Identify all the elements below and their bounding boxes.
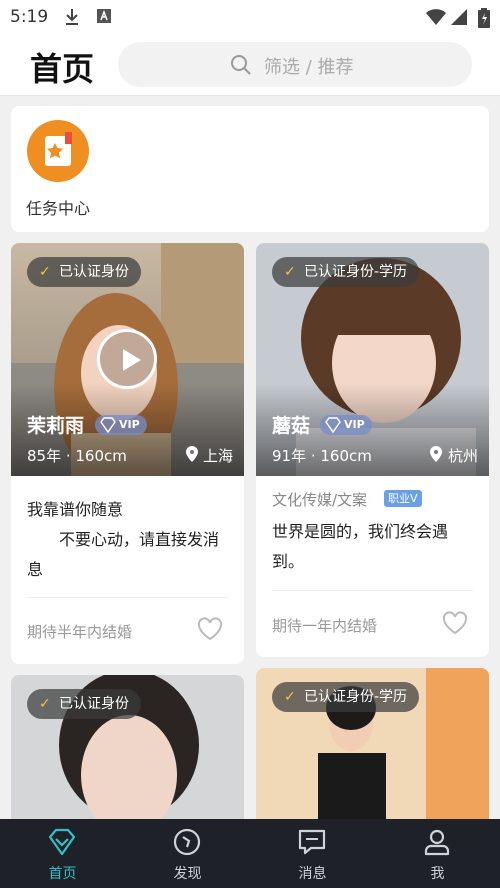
search-input[interactable]: 筛选 / 推荐	[118, 42, 472, 87]
profile-age-height: 85年 · 160cm	[27, 447, 127, 465]
app-notification-icon	[97, 9, 111, 23]
verified-badge: ✓ 已认证身份	[27, 257, 141, 287]
profile-city: 上海	[203, 447, 234, 465]
verified-badge: ✓ 已认证身份-学历	[272, 682, 420, 712]
divider	[272, 590, 473, 591]
location-pin-icon	[186, 446, 198, 462]
location-pin-icon	[430, 446, 442, 462]
task-center-button[interactable]	[27, 120, 89, 182]
task-center-card: 任务中心	[11, 106, 489, 232]
tab-messages-label: 消息	[298, 866, 327, 882]
marriage-expectation: 期待一年内结婚	[272, 617, 378, 635]
profile-occupation: 文化传媒/文案	[272, 491, 368, 509]
profile-card[interactable]: ✓ 已认证身份	[11, 675, 244, 835]
header: 首页 筛选 / 推荐	[0, 34, 500, 96]
profile-city: 杭州	[448, 447, 479, 465]
status-time: 5:19	[10, 7, 49, 27]
check-icon: ✓	[284, 264, 296, 280]
tab-home-label: 首页	[48, 866, 77, 882]
tab-messages[interactable]: 消息	[250, 819, 375, 888]
battery-icon	[478, 8, 490, 28]
play-video-button[interactable]	[97, 329, 157, 389]
like-heart-icon[interactable]	[442, 611, 468, 635]
profile-name: 茉莉雨	[27, 415, 85, 437]
vip-diamond-icon	[325, 417, 341, 433]
job-verified-badge: 职业V	[384, 490, 422, 507]
play-icon	[123, 349, 141, 371]
divider	[27, 597, 228, 598]
verified-badge: ✓ 已认证身份	[27, 689, 141, 719]
status-bar: 5:19	[0, 0, 500, 34]
tab-discover-label: 发现	[173, 866, 202, 882]
profile-icon	[424, 829, 450, 856]
vip-badge: VIP	[95, 415, 147, 435]
download-icon	[66, 9, 78, 25]
wifi-icon	[426, 9, 446, 25]
profile-intro: 我靠谱你随意 不要心动，请直接发消 息	[27, 500, 220, 579]
like-heart-icon[interactable]	[197, 617, 223, 641]
profile-age-height: 91年 · 160cm	[272, 447, 372, 465]
task-center-label: 任务中心	[26, 199, 91, 218]
diamond-icon	[48, 828, 76, 856]
tab-home[interactable]: 首页	[0, 819, 125, 888]
check-icon: ✓	[39, 696, 51, 712]
task-star-icon	[45, 132, 72, 166]
page-title: 首页	[30, 50, 95, 88]
check-icon: ✓	[39, 264, 51, 280]
bottom-tab-bar: 首页 发现 消息 我	[0, 819, 500, 888]
profile-card[interactable]: ✓ 已认证身份 茉莉雨 VIP 85年 · 160cm 上海 我靠谱你随意 不要心…	[11, 243, 244, 664]
search-icon	[231, 55, 251, 75]
profile-intro: 世界是圆的，我们终会遇 到。	[272, 522, 449, 571]
profile-card[interactable]: ✓ 已认证身份-学历	[256, 668, 489, 835]
verified-badge: ✓ 已认证身份-学历	[272, 257, 420, 287]
tab-me-label: 我	[430, 866, 445, 882]
check-icon: ✓	[284, 689, 296, 705]
vip-badge: VIP	[320, 415, 372, 435]
profile-card[interactable]: ✓ 已认证身份-学历 蘑菇 VIP 91年 · 160cm 杭州 文化传媒/文案 …	[256, 243, 489, 657]
vip-diamond-icon	[100, 417, 116, 433]
tab-me[interactable]: 我	[375, 819, 500, 888]
message-icon	[298, 829, 326, 855]
profile-name: 蘑菇	[272, 415, 311, 437]
search-placeholder: 筛选 / 推荐	[264, 57, 354, 78]
tab-discover[interactable]: 发现	[125, 819, 250, 888]
signal-icon	[451, 9, 467, 25]
compass-icon	[173, 828, 201, 856]
marriage-expectation: 期待半年内结婚	[27, 623, 133, 641]
